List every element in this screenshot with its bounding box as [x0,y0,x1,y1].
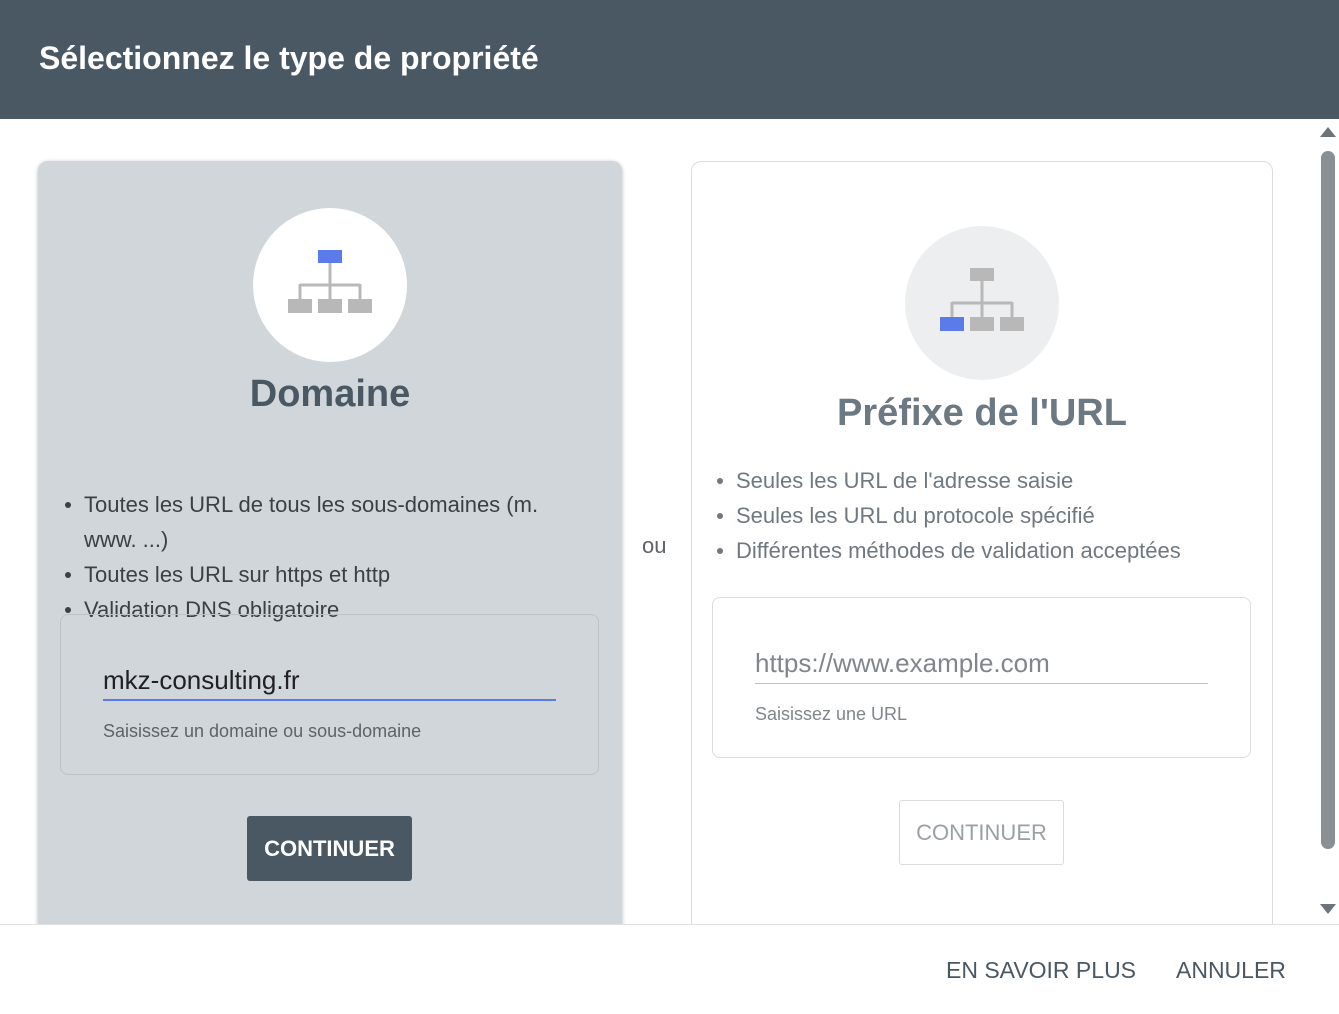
vertical-scrollbar[interactable] [1317,119,1339,924]
dialog-content: Domaine Toutes les URL de tous les sous-… [0,119,1339,924]
list-item: Seules les URL de l'adresse saisie [714,463,1254,498]
list-item: Toutes les URL de tous les sous-domaines… [62,487,582,557]
list-item: Seules les URL du protocole spécifié [714,498,1254,533]
domain-card-title: Domaine [249,373,411,415]
domain-continue-button[interactable]: CONTINUER [247,816,412,881]
list-item: Toutes les URL sur https et http [62,557,582,592]
url-field-container: Saisissez une URL [712,597,1251,758]
list-item: Différentes méthodes de validation accep… [714,533,1254,568]
learn-more-button[interactable]: EN SAVOIR PLUS [946,957,1136,984]
sitemap-icon [905,226,1059,380]
sitemap-icon [253,208,407,362]
domain-field-container: Saisissez un domaine ou sous-domaine [60,614,599,775]
separator-label: ou [642,533,667,558]
url-input-hint: Saisissez une URL [755,704,908,724]
domain-input[interactable] [103,661,556,701]
scroll-down-arrow-icon[interactable] [1320,904,1336,914]
url-prefix-property-card[interactable]: Préfixe de l'URL Seules les URL de l'adr… [691,161,1273,924]
domain-feature-list: Toutes les URL de tous les sous-domaines… [62,487,582,627]
dialog-header: Sélectionnez le type de propriété [0,0,1339,119]
url-continue-button[interactable]: CONTINUER [899,800,1064,865]
url-input[interactable] [755,644,1208,684]
url-prefix-card-title: Préfixe de l'URL [837,392,1127,434]
dialog-footer: EN SAVOIR PLUS ANNULER [0,924,1339,1014]
scroll-up-arrow-icon[interactable] [1320,127,1336,137]
url-prefix-feature-list: Seules les URL de l'adresse saisie Seule… [714,463,1254,568]
domain-property-card[interactable]: Domaine Toutes les URL de tous les sous-… [38,161,622,924]
scrollbar-thumb[interactable] [1321,151,1335,849]
cancel-button[interactable]: ANNULER [1176,957,1286,984]
domain-input-hint: Saisissez un domaine ou sous-domaine [103,721,422,741]
dialog-title: Sélectionnez le type de propriété [39,40,539,76]
